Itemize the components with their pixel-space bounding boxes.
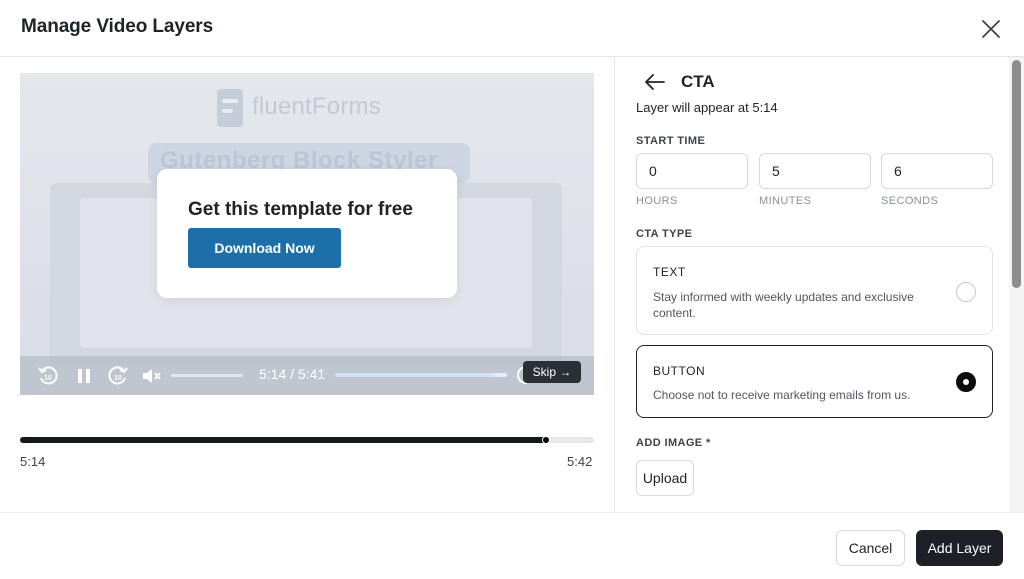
hours-input[interactable] <box>636 153 748 189</box>
mute-icon[interactable] <box>140 365 162 387</box>
hours-label: HOURS <box>636 195 678 207</box>
layer-timeline[interactable] <box>20 436 594 444</box>
video-brand-text: fluentForms <box>252 93 381 120</box>
cancel-button[interactable]: Cancel <box>836 530 905 566</box>
skip-button[interactable]: Skip → <box>523 361 581 383</box>
radio-text[interactable] <box>956 282 976 302</box>
video-seek-bar[interactable] <box>335 373 507 377</box>
manage-video-layers-modal: Manage Video Layers fluentForms Gutenber… <box>0 0 1024 579</box>
start-time-label: START TIME <box>636 135 706 147</box>
video-time-display: 5:14 / 5:41 <box>259 366 326 382</box>
rewind-10-icon[interactable]: 10 <box>37 365 59 387</box>
cta-overlay-card: Get this template for free Download Now <box>157 169 457 298</box>
upload-button[interactable]: Upload <box>636 460 694 496</box>
svg-text:10: 10 <box>44 375 52 382</box>
forward-10-icon[interactable]: 10 <box>107 365 129 387</box>
add-image-label: ADD IMAGE * <box>636 437 711 449</box>
fluentforms-logo-icon <box>217 89 243 127</box>
settings-scrollbar[interactable] <box>1009 57 1024 512</box>
cta-type-option-button[interactable]: BUTTON Choose not to receive marketing e… <box>636 345 993 418</box>
timeline-end-label: 5:42 <box>567 454 593 469</box>
video-seek-fill <box>335 373 494 377</box>
settings-pane: CTA Layer will appear at 5:14 START TIME… <box>614 57 1024 512</box>
option-title: BUTTON <box>653 364 706 378</box>
modal-title: Manage Video Layers <box>21 16 214 37</box>
video-player[interactable]: fluentForms Gutenberg Block Styler Get t… <box>20 73 594 395</box>
panel-title: CTA <box>681 72 715 91</box>
svg-text:10: 10 <box>114 375 122 382</box>
cta-heading: Get this template for free <box>188 199 413 220</box>
arrow-left-icon[interactable] <box>643 71 667 93</box>
video-controls: 10 10 5:14 / 5:41 Skip → <box>20 356 594 395</box>
preview-pane: fluentForms Gutenberg Block Styler Get t… <box>0 57 614 512</box>
seconds-label: SECONDS <box>881 195 939 207</box>
scrollbar-thumb[interactable] <box>1012 60 1021 288</box>
cta-type-label: CTA TYPE <box>636 228 693 240</box>
appear-time-text: Layer will appear at 5:14 <box>636 100 778 115</box>
option-title: TEXT <box>653 265 686 279</box>
minutes-label: MINUTES <box>759 195 812 207</box>
option-description: Choose not to receive marketing emails f… <box>653 388 911 402</box>
modal-header: Manage Video Layers <box>0 0 1024 57</box>
option-description: Stay informed with weekly updates and ex… <box>653 290 914 320</box>
pause-icon[interactable] <box>73 365 95 387</box>
close-icon[interactable] <box>978 16 1004 42</box>
cta-type-option-text[interactable]: TEXT Stay informed with weekly updates a… <box>636 246 993 335</box>
add-layer-button[interactable]: Add Layer <box>916 530 1003 566</box>
volume-slider[interactable] <box>171 374 243 377</box>
download-now-button[interactable]: Download Now <box>188 228 341 268</box>
timeline-start-label: 5:14 <box>20 454 46 469</box>
seconds-input[interactable] <box>881 153 993 189</box>
modal-footer: Cancel Add Layer <box>0 512 1024 579</box>
minutes-input[interactable] <box>759 153 871 189</box>
radio-button[interactable] <box>956 372 976 392</box>
timeline-fill <box>20 437 547 443</box>
